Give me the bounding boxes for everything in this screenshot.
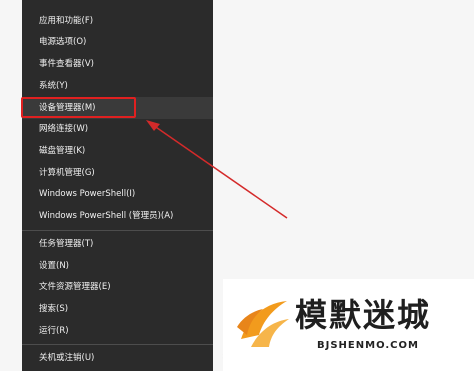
watermark: 模默迷城 BJSHENMO.COM (223, 279, 474, 371)
watermark-logo-icon (237, 301, 289, 347)
watermark-url: BJSHENMO.COM (317, 340, 419, 351)
watermark-title: 模默迷城 (295, 296, 432, 334)
